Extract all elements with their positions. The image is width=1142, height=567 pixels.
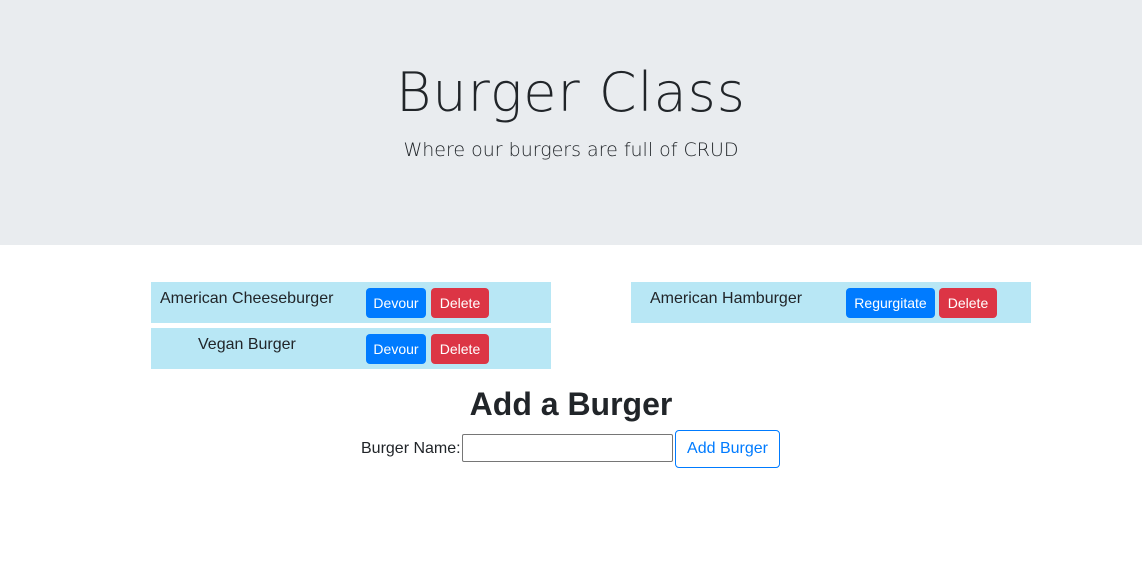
add-burger-heading: Add a Burger [469, 386, 673, 422]
page-subtitle: Where our burgers are full of CRUD [403, 139, 739, 161]
burger-name: American Hamburger [650, 290, 803, 307]
devour-button[interactable]: Devour [366, 288, 426, 318]
page-title: Burger Class [396, 61, 746, 124]
burger-name-input[interactable] [462, 434, 673, 462]
delete-button[interactable]: Delete [431, 288, 489, 318]
burger-name-label: Burger Name: [361, 440, 461, 457]
burger-row: American Cheeseburger Devour Delete [151, 282, 551, 323]
delete-button[interactable]: Delete [431, 334, 489, 364]
add-burger-button[interactable]: Add Burger [675, 430, 780, 468]
burger-row: Vegan Burger Devour Delete [151, 328, 551, 369]
devour-button[interactable]: Devour [366, 334, 426, 364]
burger-name: Vegan Burger [198, 336, 296, 353]
regurgitate-button[interactable]: Regurgitate [846, 288, 935, 318]
burger-name: American Cheeseburger [160, 290, 334, 307]
jumbotron-header: Burger Class Where our burgers are full … [0, 0, 1142, 245]
delete-button[interactable]: Delete [939, 288, 997, 318]
devoured-burger-row: American Hamburger Regurgitate Delete [631, 282, 1031, 323]
